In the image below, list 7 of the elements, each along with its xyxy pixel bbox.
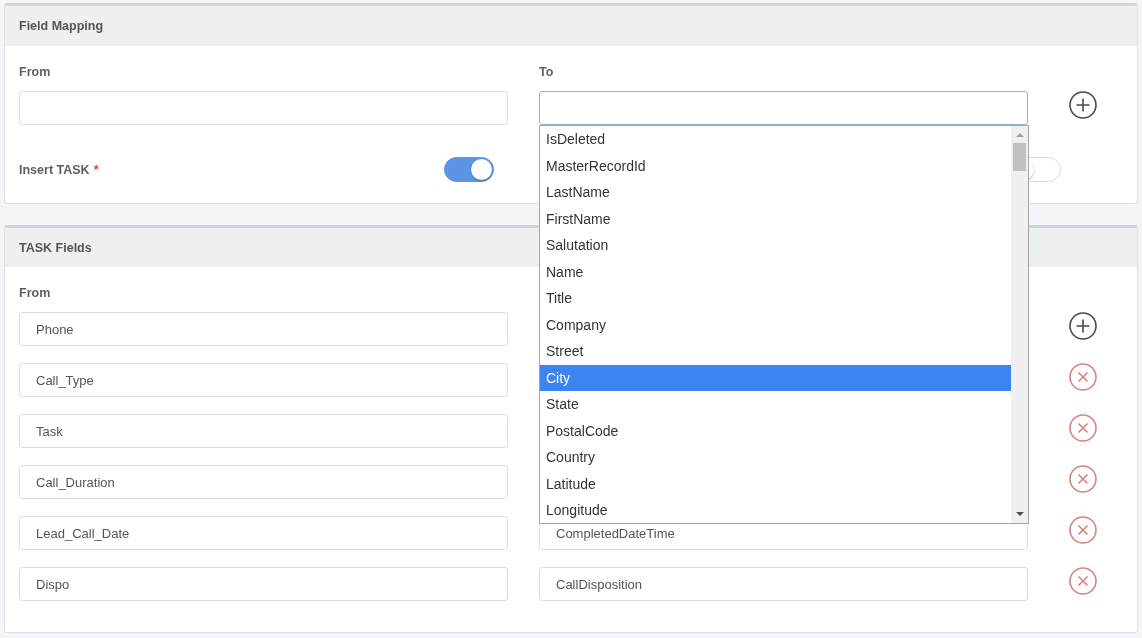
field-label: From xyxy=(19,64,51,80)
panel-title: Field Mapping xyxy=(19,19,104,33)
required-asterisk: * xyxy=(93,162,99,177)
field-label: From xyxy=(19,285,51,301)
field-label: Insert TASK xyxy=(19,161,90,178)
field-label: To xyxy=(539,64,554,80)
panel-title: TASK Fields xyxy=(19,240,92,255)
